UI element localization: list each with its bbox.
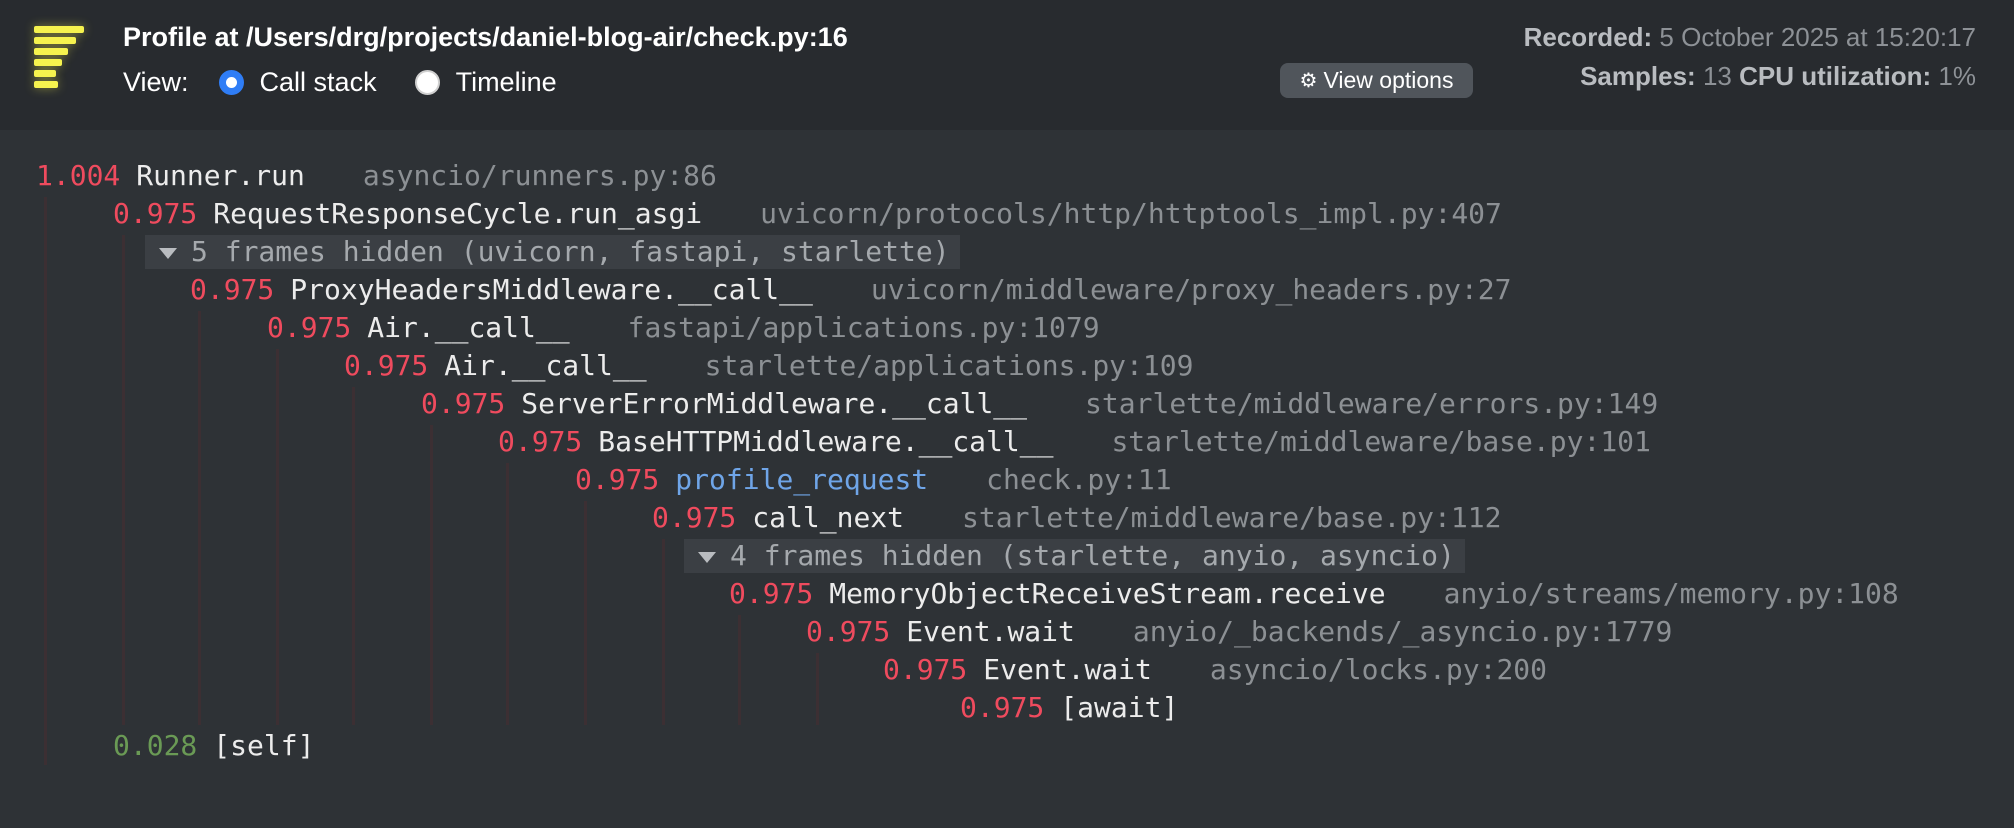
frame-function: Event.wait xyxy=(983,653,1152,686)
frame-function: call_next xyxy=(752,501,905,534)
frame-row[interactable]: 0.975 Air.__call__ fastapi/applications.py… xyxy=(267,309,1100,347)
frame-row[interactable]: 0.975 Event.wait asyncio/locks.py:200 xyxy=(883,651,1547,689)
frame-row[interactable]: 0.975 ProxyHeadersMiddleware.__call__ uvic… xyxy=(190,271,1511,309)
frame-location: asyncio/locks.py:200 xyxy=(1209,653,1548,686)
frame-function: profile_request xyxy=(675,463,929,496)
stats-info: Samples: 13 CPU utilization: 1% xyxy=(1580,61,1976,92)
frame-function: [await] xyxy=(1060,691,1179,724)
recorded-label: Recorded: xyxy=(1523,22,1653,52)
indent-guide xyxy=(662,539,665,725)
frame-function: Event.wait xyxy=(906,615,1075,648)
frame-time: 0.975 xyxy=(113,197,198,230)
indent-guide xyxy=(816,653,819,725)
cpu-value: 1% xyxy=(1938,61,1976,91)
view-options-button[interactable]: ⚙ View options xyxy=(1280,63,1473,98)
hidden-frames-label: 4 frames hidden (starlette, anyio, async… xyxy=(730,539,1455,572)
pyinstrument-logo-icon xyxy=(30,26,86,92)
callstack-label[interactable]: Call stack xyxy=(260,67,377,98)
hidden-frames-toggle[interactable]: 4 frames hidden (starlette, anyio, async… xyxy=(684,539,1465,573)
callstack-radio[interactable] xyxy=(218,69,244,95)
frame-row[interactable]: 0.975 RequestResponseCycle.run_asgi uvicor… xyxy=(113,195,1502,233)
frame-function: Runner.run xyxy=(136,159,305,192)
frame-time: 0.975 xyxy=(729,577,814,610)
frame-location: starlette/middleware/errors.py:149 xyxy=(1085,387,1659,420)
triangle-down-icon xyxy=(698,551,716,563)
indent-guide xyxy=(276,349,279,725)
timeline-label[interactable]: Timeline xyxy=(456,67,557,98)
frame-time: 0.975 xyxy=(806,615,891,648)
hidden-frames-label: 5 frames hidden (uvicorn, fastapi, starl… xyxy=(191,235,950,268)
recorded-info: Recorded: 5 October 2025 at 15:20:17 xyxy=(1524,22,1976,53)
frame-row[interactable]: 0.975 Air.__call__ starlette/applications.… xyxy=(344,347,1193,385)
view-callstack-option[interactable]: Call stack xyxy=(218,67,377,98)
view-options-label: View options xyxy=(1323,67,1454,93)
frame-function: Air.__call__ xyxy=(444,349,647,382)
view-mode-selector: View: Call stack Timeline xyxy=(123,64,595,100)
frame-time: 0.975 xyxy=(421,387,506,420)
frame-function: ProxyHeadersMiddleware.__call__ xyxy=(290,273,813,306)
frame-function: RequestResponseCycle.run_asgi xyxy=(213,197,703,230)
timeline-radio[interactable] xyxy=(414,69,440,95)
frame-time: 0.975 xyxy=(344,349,429,382)
frame-location: asyncio/runners.py:86 xyxy=(362,159,717,192)
frame-function: BaseHTTPMiddleware.__call__ xyxy=(598,425,1054,458)
frame-row[interactable]: 0.975 Event.wait anyio/_backends/_asyncio.… xyxy=(806,613,1672,651)
frame-row[interactable]: 0.975 call_next starlette/middleware/base.… xyxy=(652,499,1501,537)
frame-time: 0.975 xyxy=(883,653,968,686)
indent-guide xyxy=(122,235,125,725)
indent-guide xyxy=(352,387,355,725)
frame-row[interactable]: 0.975 [await] xyxy=(960,689,1178,727)
frame-row[interactable]: 0.975 profile_request check.py:11 xyxy=(575,461,1172,499)
indent-guide xyxy=(738,615,741,725)
gear-icon: ⚙ xyxy=(1299,70,1318,92)
samples-label: Samples: xyxy=(1580,61,1696,91)
indent-guide xyxy=(198,311,201,725)
hidden-frames-toggle[interactable]: 5 frames hidden (uvicorn, fastapi, starl… xyxy=(145,235,960,269)
frame-function: Air.__call__ xyxy=(367,311,570,344)
frame-location: fastapi/applications.py:1079 xyxy=(627,311,1100,344)
frame-time: 0.975 xyxy=(190,273,275,306)
frame-row[interactable]: 0.975 MemoryObjectReceiveStream.receive an… xyxy=(729,575,1899,613)
samples-value: 13 xyxy=(1702,61,1732,91)
header-bar: Profile at /Users/drg/projects/daniel-bl… xyxy=(0,0,2014,130)
frame-row[interactable]: 0.975 ServerErrorMiddleware.__call__ starl… xyxy=(421,385,1658,423)
frame-location: starlette/applications.py:109 xyxy=(704,349,1194,382)
indent-guide xyxy=(430,425,433,725)
frame-location: anyio/_backends/_asyncio.py:1779 xyxy=(1132,615,1673,648)
indent-guide xyxy=(506,463,509,725)
frame-function: ServerErrorMiddleware.__call__ xyxy=(521,387,1028,420)
frame-location: uvicorn/middleware/proxy_headers.py:27 xyxy=(870,273,1512,306)
frame-location: anyio/streams/memory.py:108 xyxy=(1443,577,1899,610)
frame-location: uvicorn/protocols/http/httptools_impl.py… xyxy=(760,197,1502,230)
recorded-value: 5 October 2025 at 15:20:17 xyxy=(1659,22,1976,52)
view-timeline-option[interactable]: Timeline xyxy=(414,67,557,98)
frame-row[interactable]: 0.975 BaseHTTPMiddleware.__call__ starlett… xyxy=(498,423,1651,461)
frame-row[interactable]: 1.004 Runner.run asyncio/runners.py:86 xyxy=(36,157,717,195)
frame-time: 1.004 xyxy=(36,159,121,192)
frame-time: 0.975 xyxy=(498,425,583,458)
frame-time: 0.975 xyxy=(575,463,660,496)
view-label: View: xyxy=(123,66,189,97)
frame-location: starlette/middleware/base.py:101 xyxy=(1111,425,1651,458)
cpu-label: CPU utilization: xyxy=(1739,61,1932,91)
frame-location: starlette/middleware/base.py:112 xyxy=(962,501,1502,534)
indent-guide xyxy=(44,197,47,765)
frame-time: 0.975 xyxy=(960,691,1045,724)
triangle-down-icon xyxy=(159,247,177,259)
frame-row[interactable]: 0.028 [self] xyxy=(113,727,314,765)
page-title: Profile at /Users/drg/projects/daniel-bl… xyxy=(123,22,848,52)
frame-time: 0.975 xyxy=(267,311,352,344)
frame-function: [self] xyxy=(213,729,315,762)
indent-guide xyxy=(584,501,587,725)
frame-function: MemoryObjectReceiveStream.receive xyxy=(829,577,1386,610)
frame-time: 0.028 xyxy=(113,729,198,762)
frame-time: 0.975 xyxy=(652,501,737,534)
frame-location: check.py:11 xyxy=(986,463,1172,496)
